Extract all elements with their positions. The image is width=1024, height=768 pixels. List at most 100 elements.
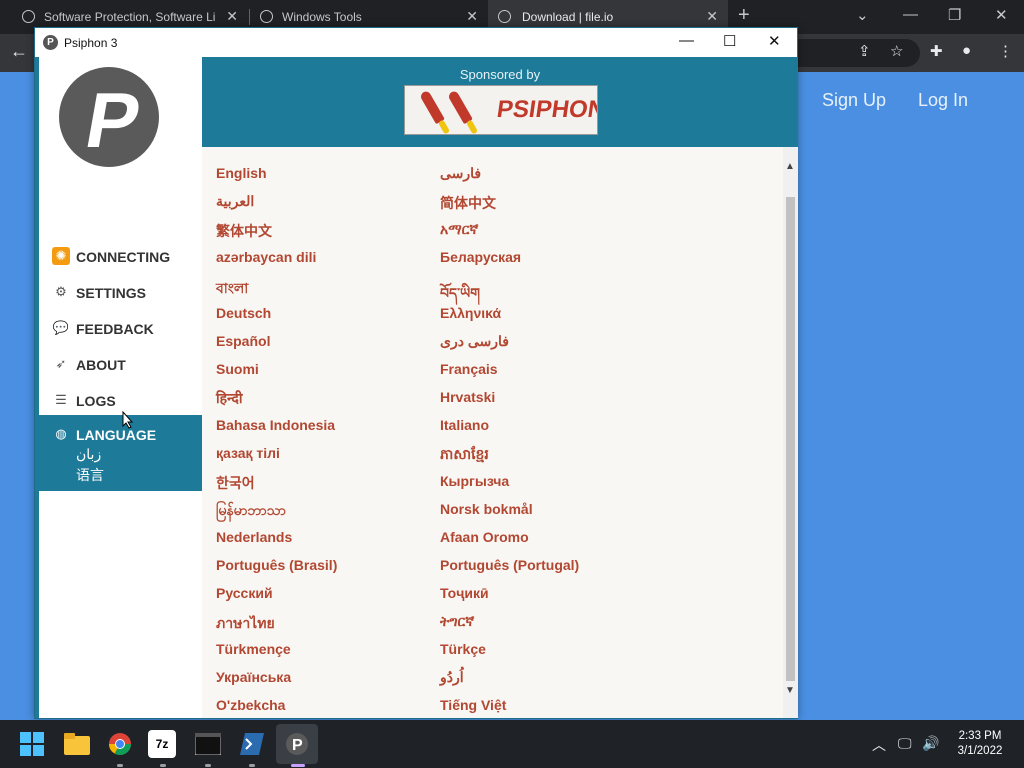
flame-icon <box>465 119 479 134</box>
language-option[interactable]: Suomi <box>216 361 259 377</box>
language-option[interactable]: 繁体中文 <box>216 221 272 241</box>
chrome-button[interactable] <box>104 728 136 760</box>
language-option[interactable]: বাংলা <box>216 277 248 301</box>
language-option[interactable]: Bahasa Indonesia <box>216 417 335 433</box>
language-option[interactable]: Türkçe <box>440 641 486 657</box>
sign-up-link[interactable]: Sign Up <box>822 90 886 111</box>
new-tab-button[interactable]: + <box>738 4 750 27</box>
language-option[interactable]: ភាសាខ្មែរ <box>440 445 489 466</box>
terminal-button[interactable] <box>192 728 224 760</box>
sponsor-ad-banner[interactable]: PSIPHON <box>404 85 598 135</box>
language-option[interactable]: Español <box>216 333 270 349</box>
language-option[interactable]: Hrvatski <box>440 389 495 405</box>
back-arrow-icon[interactable]: ← <box>10 41 28 62</box>
windows-logo-icon <box>20 732 44 756</box>
nav-item-about[interactable]: ➶ ABOUT <box>39 349 202 379</box>
folder-icon <box>64 733 90 755</box>
close-tab-icon[interactable]: ✕ <box>706 8 718 25</box>
powershell-button[interactable] <box>236 728 268 760</box>
nav-item-language[interactable]: ◍ LANGUAGE زبان 语言 <box>39 415 202 491</box>
language-option[interactable]: Afaan Oromo <box>440 529 529 545</box>
list-icon: ☰ <box>55 392 67 407</box>
language-option[interactable]: Türkmençe <box>216 641 291 657</box>
psiphon-app-icon: P <box>43 35 58 50</box>
language-option[interactable]: 한국어 <box>216 473 255 493</box>
language-option[interactable]: اُردُو <box>440 669 464 686</box>
language-option[interactable]: Italiano <box>440 417 489 433</box>
globe-icon <box>498 10 511 23</box>
nav-item-settings[interactable]: ⚙ SETTINGS <box>39 277 202 307</box>
close-window-icon[interactable]: ✕ <box>995 6 1008 24</box>
language-option[interactable]: Tiếng Việt <box>440 697 506 713</box>
language-option[interactable]: O'zbekcha <box>216 697 285 713</box>
language-option[interactable]: Deutsch <box>216 305 271 321</box>
language-option[interactable]: فارسی دری <box>440 333 509 350</box>
logo-letter: P <box>79 76 147 164</box>
system-clock[interactable]: 2:33 PM 3/1/2022 <box>945 729 1015 759</box>
show-hidden-icons-chevron[interactable]: ︿ <box>872 735 886 755</box>
nav-item-logs[interactable]: ☰ LOGS <box>39 385 202 415</box>
language-option[interactable]: Беларуская <box>440 249 521 265</box>
minimize-icon[interactable]: — <box>903 6 918 23</box>
language-option[interactable]: Тоҷикӣ <box>440 585 489 601</box>
file-explorer-button[interactable] <box>61 728 93 760</box>
tab-label: Windows Tools <box>282 10 362 24</box>
status-icon: ✺ <box>52 247 70 265</box>
language-option[interactable]: العربية <box>216 193 254 210</box>
close-tab-icon[interactable]: ✕ <box>466 8 478 25</box>
nav-item-feedback[interactable]: 💬 FEEDBACK <box>39 313 202 343</box>
language-scrollbar[interactable]: ▲ ▼ <box>783 147 798 718</box>
nav-label: LANGUAGE <box>76 427 157 443</box>
terminal-icon <box>194 732 222 756</box>
gear-icon: ⚙ <box>55 284 67 299</box>
language-option[interactable]: Português (Brasil) <box>216 557 337 573</box>
globe-icon <box>260 10 273 23</box>
menu-kebab-icon[interactable]: ⋮ <box>998 42 1013 60</box>
nav-label: SETTINGS <box>76 285 147 301</box>
language-option[interactable]: አማርኛ <box>440 221 478 238</box>
scroll-up-icon[interactable]: ▲ <box>785 161 795 172</box>
bookmark-star-icon[interactable]: ☆ <box>890 42 903 60</box>
sponsored-by-label: Sponsored by <box>459 67 541 82</box>
language-option[interactable]: English <box>216 165 267 181</box>
share-icon[interactable]: ⇪ <box>858 42 871 60</box>
close-tab-icon[interactable]: ✕ <box>226 8 238 25</box>
language-option[interactable]: ትግርኛ <box>440 613 474 630</box>
scroll-thumb[interactable] <box>786 197 795 681</box>
language-option[interactable]: 简体中文 <box>440 193 496 213</box>
language-option[interactable]: Français <box>440 361 498 377</box>
scroll-down-icon[interactable]: ▼ <box>785 685 795 696</box>
start-button[interactable] <box>16 728 48 760</box>
nav-sublabel-chinese: 语言 <box>76 467 104 483</box>
maximize-icon[interactable]: ☐ <box>723 32 736 50</box>
language-option[interactable]: ภาษาไทย <box>216 613 275 635</box>
language-option[interactable]: Русский <box>216 585 273 601</box>
restore-icon[interactable]: ❐ <box>948 6 961 24</box>
language-option[interactable]: Кыргызча <box>440 473 509 489</box>
language-option[interactable]: қазақ тілі <box>216 445 280 461</box>
language-option[interactable]: Українська <box>216 669 291 685</box>
nav-item-connecting[interactable]: ✺ CONNECTING <box>39 241 202 271</box>
language-option[interactable]: Ελληνικά <box>440 305 501 321</box>
volume-icon[interactable]: 🔊 <box>922 735 939 752</box>
log-in-link[interactable]: Log In <box>918 90 968 111</box>
network-icon[interactable]: 🖵 <box>898 735 912 752</box>
language-option[interactable]: Norsk bokmål <box>440 501 533 517</box>
profile-icon[interactable]: ● <box>962 42 971 59</box>
language-option[interactable]: हिन्दी <box>216 389 242 408</box>
language-option[interactable]: Português (Portugal) <box>440 557 579 573</box>
flame-icon <box>437 119 451 134</box>
psiphon-window: P Psiphon 3 — ☐ ✕ P ✺ CONNECTING ⚙ SETTI… <box>34 27 798 719</box>
psiphon-taskbar-button[interactable]: P <box>276 724 318 764</box>
extensions-icon[interactable]: ✚ <box>930 42 943 60</box>
language-option[interactable]: فارسی <box>440 165 481 182</box>
language-option[interactable]: မြန်မာဘာသာ <box>216 501 286 522</box>
tab-search-icon[interactable]: ⌄ <box>856 6 869 24</box>
language-option[interactable]: azərbaycan dili <box>216 249 316 265</box>
7zip-button[interactable]: 7z <box>148 730 176 758</box>
minimize-icon[interactable]: — <box>679 32 694 49</box>
window-title-bar[interactable]: P Psiphon 3 — ☐ ✕ <box>35 28 797 57</box>
language-option[interactable]: Nederlands <box>216 529 292 545</box>
rocket-icon <box>447 89 473 125</box>
close-icon[interactable]: ✕ <box>768 32 781 50</box>
